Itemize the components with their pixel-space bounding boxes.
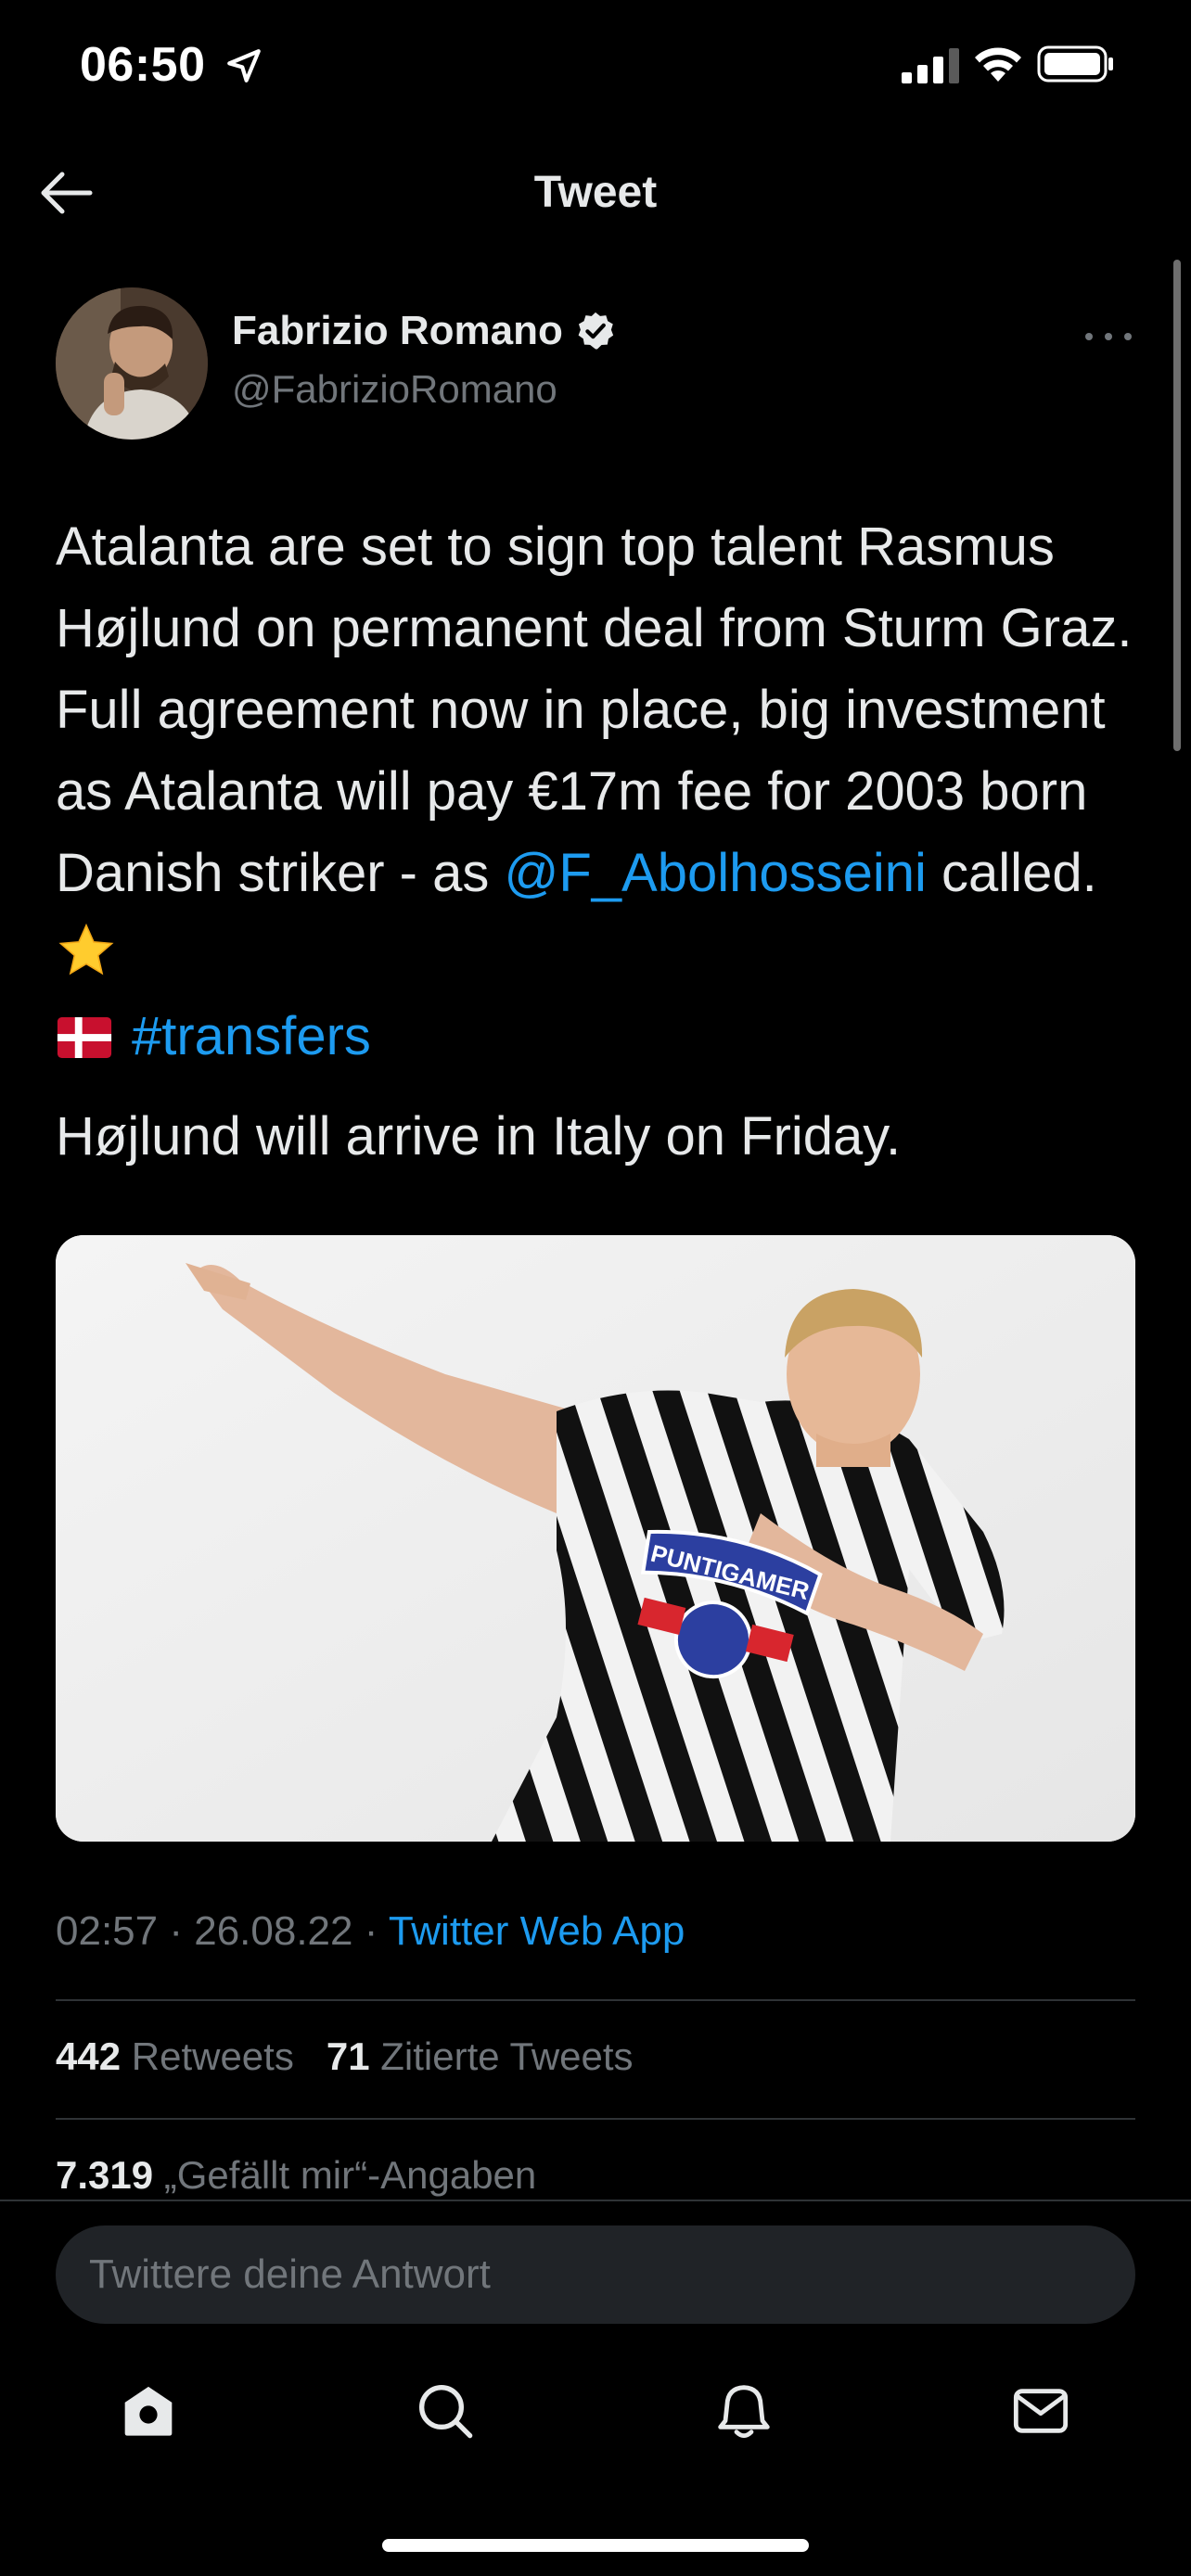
tab-messages[interactable] xyxy=(1004,2374,1078,2448)
quotes-stat[interactable]: 71 Zitierte Tweets xyxy=(327,2034,634,2078)
engagement-stats: 442 Retweets 71 Zitierte Tweets xyxy=(56,2034,634,2079)
reply-input[interactable]: Twittere deine Antwort xyxy=(56,2225,1135,2324)
likes-count: 7.319 xyxy=(56,2153,154,2197)
notifications-icon xyxy=(718,2385,770,2439)
more-options-button[interactable] xyxy=(1085,323,1132,351)
tweet-text-part2: called. xyxy=(926,843,1097,903)
tweet-text: Atalanta are set to sign top talent Rasm… xyxy=(56,506,1141,1078)
tab-search[interactable] xyxy=(408,2374,482,2448)
page-header: Tweet xyxy=(0,139,1191,247)
avatar[interactable] xyxy=(56,287,208,440)
retweets-count: 442 xyxy=(56,2034,122,2078)
author-handle[interactable]: @FabrizioRomano xyxy=(232,367,557,412)
location-arrow-icon xyxy=(227,49,261,83)
divider xyxy=(56,2118,1135,2120)
messages-icon xyxy=(1013,2389,1069,2433)
player-photo: PUNTIGAMER xyxy=(56,1235,1135,1842)
author-name[interactable]: Fabrizio Romano xyxy=(232,308,563,354)
divider xyxy=(56,1999,1135,2001)
tweet-time: 02:57 xyxy=(56,1908,159,1954)
wifi-icon xyxy=(975,47,1021,82)
hashtag-link[interactable]: #transfers xyxy=(132,1006,371,1066)
scrollbar[interactable] xyxy=(1173,260,1181,751)
home-indicator[interactable] xyxy=(382,2539,809,2552)
battery-icon xyxy=(1037,45,1113,83)
status-time: 06:50 xyxy=(80,38,206,92)
likes-label: „Gefällt mir“-Angaben xyxy=(163,2153,537,2197)
quotes-label: Zitierte Tweets xyxy=(380,2034,634,2078)
quotes-count: 71 xyxy=(326,2034,370,2078)
tab-home[interactable] xyxy=(111,2374,186,2448)
status-bar: 06:50 xyxy=(0,0,1191,130)
tweet-date: 26.08.22 xyxy=(194,1908,353,1954)
search-icon xyxy=(419,2385,473,2439)
tweet-timestamp: 02:57 · 26.08.22 · Twitter Web App xyxy=(56,1908,685,1955)
retweets-label: Retweets xyxy=(131,2034,294,2078)
source-app-link[interactable]: Twitter Web App xyxy=(389,1908,685,1954)
author-name-row: Fabrizio Romano xyxy=(232,308,617,354)
home-icon xyxy=(124,2386,173,2436)
avatar-photo xyxy=(56,287,208,440)
denmark-flag-icon xyxy=(57,1017,112,1058)
star-emoji-icon xyxy=(58,923,114,976)
meta-separator: · xyxy=(158,1908,195,1954)
likes-stat[interactable]: 7.319 „Gefällt mir“-Angaben xyxy=(56,2153,536,2198)
more-dot-icon xyxy=(1124,333,1132,340)
mention-link[interactable]: @F_Abolhosseini xyxy=(504,843,926,903)
more-dot-icon xyxy=(1105,333,1112,340)
cellular-signal-icon xyxy=(902,48,959,83)
tweet-second-paragraph: Højlund will arrive in Italy on Friday. xyxy=(56,1106,902,1167)
tab-notifications[interactable] xyxy=(707,2374,781,2448)
verified-badge-icon xyxy=(578,312,614,350)
meta-separator: · xyxy=(352,1908,389,1954)
tweet-media-image[interactable]: PUNTIGAMER xyxy=(56,1235,1135,1842)
more-dot-icon xyxy=(1085,333,1093,340)
page-title: Tweet xyxy=(533,168,658,217)
retweets-stat[interactable]: 442 Retweets xyxy=(56,2034,294,2078)
